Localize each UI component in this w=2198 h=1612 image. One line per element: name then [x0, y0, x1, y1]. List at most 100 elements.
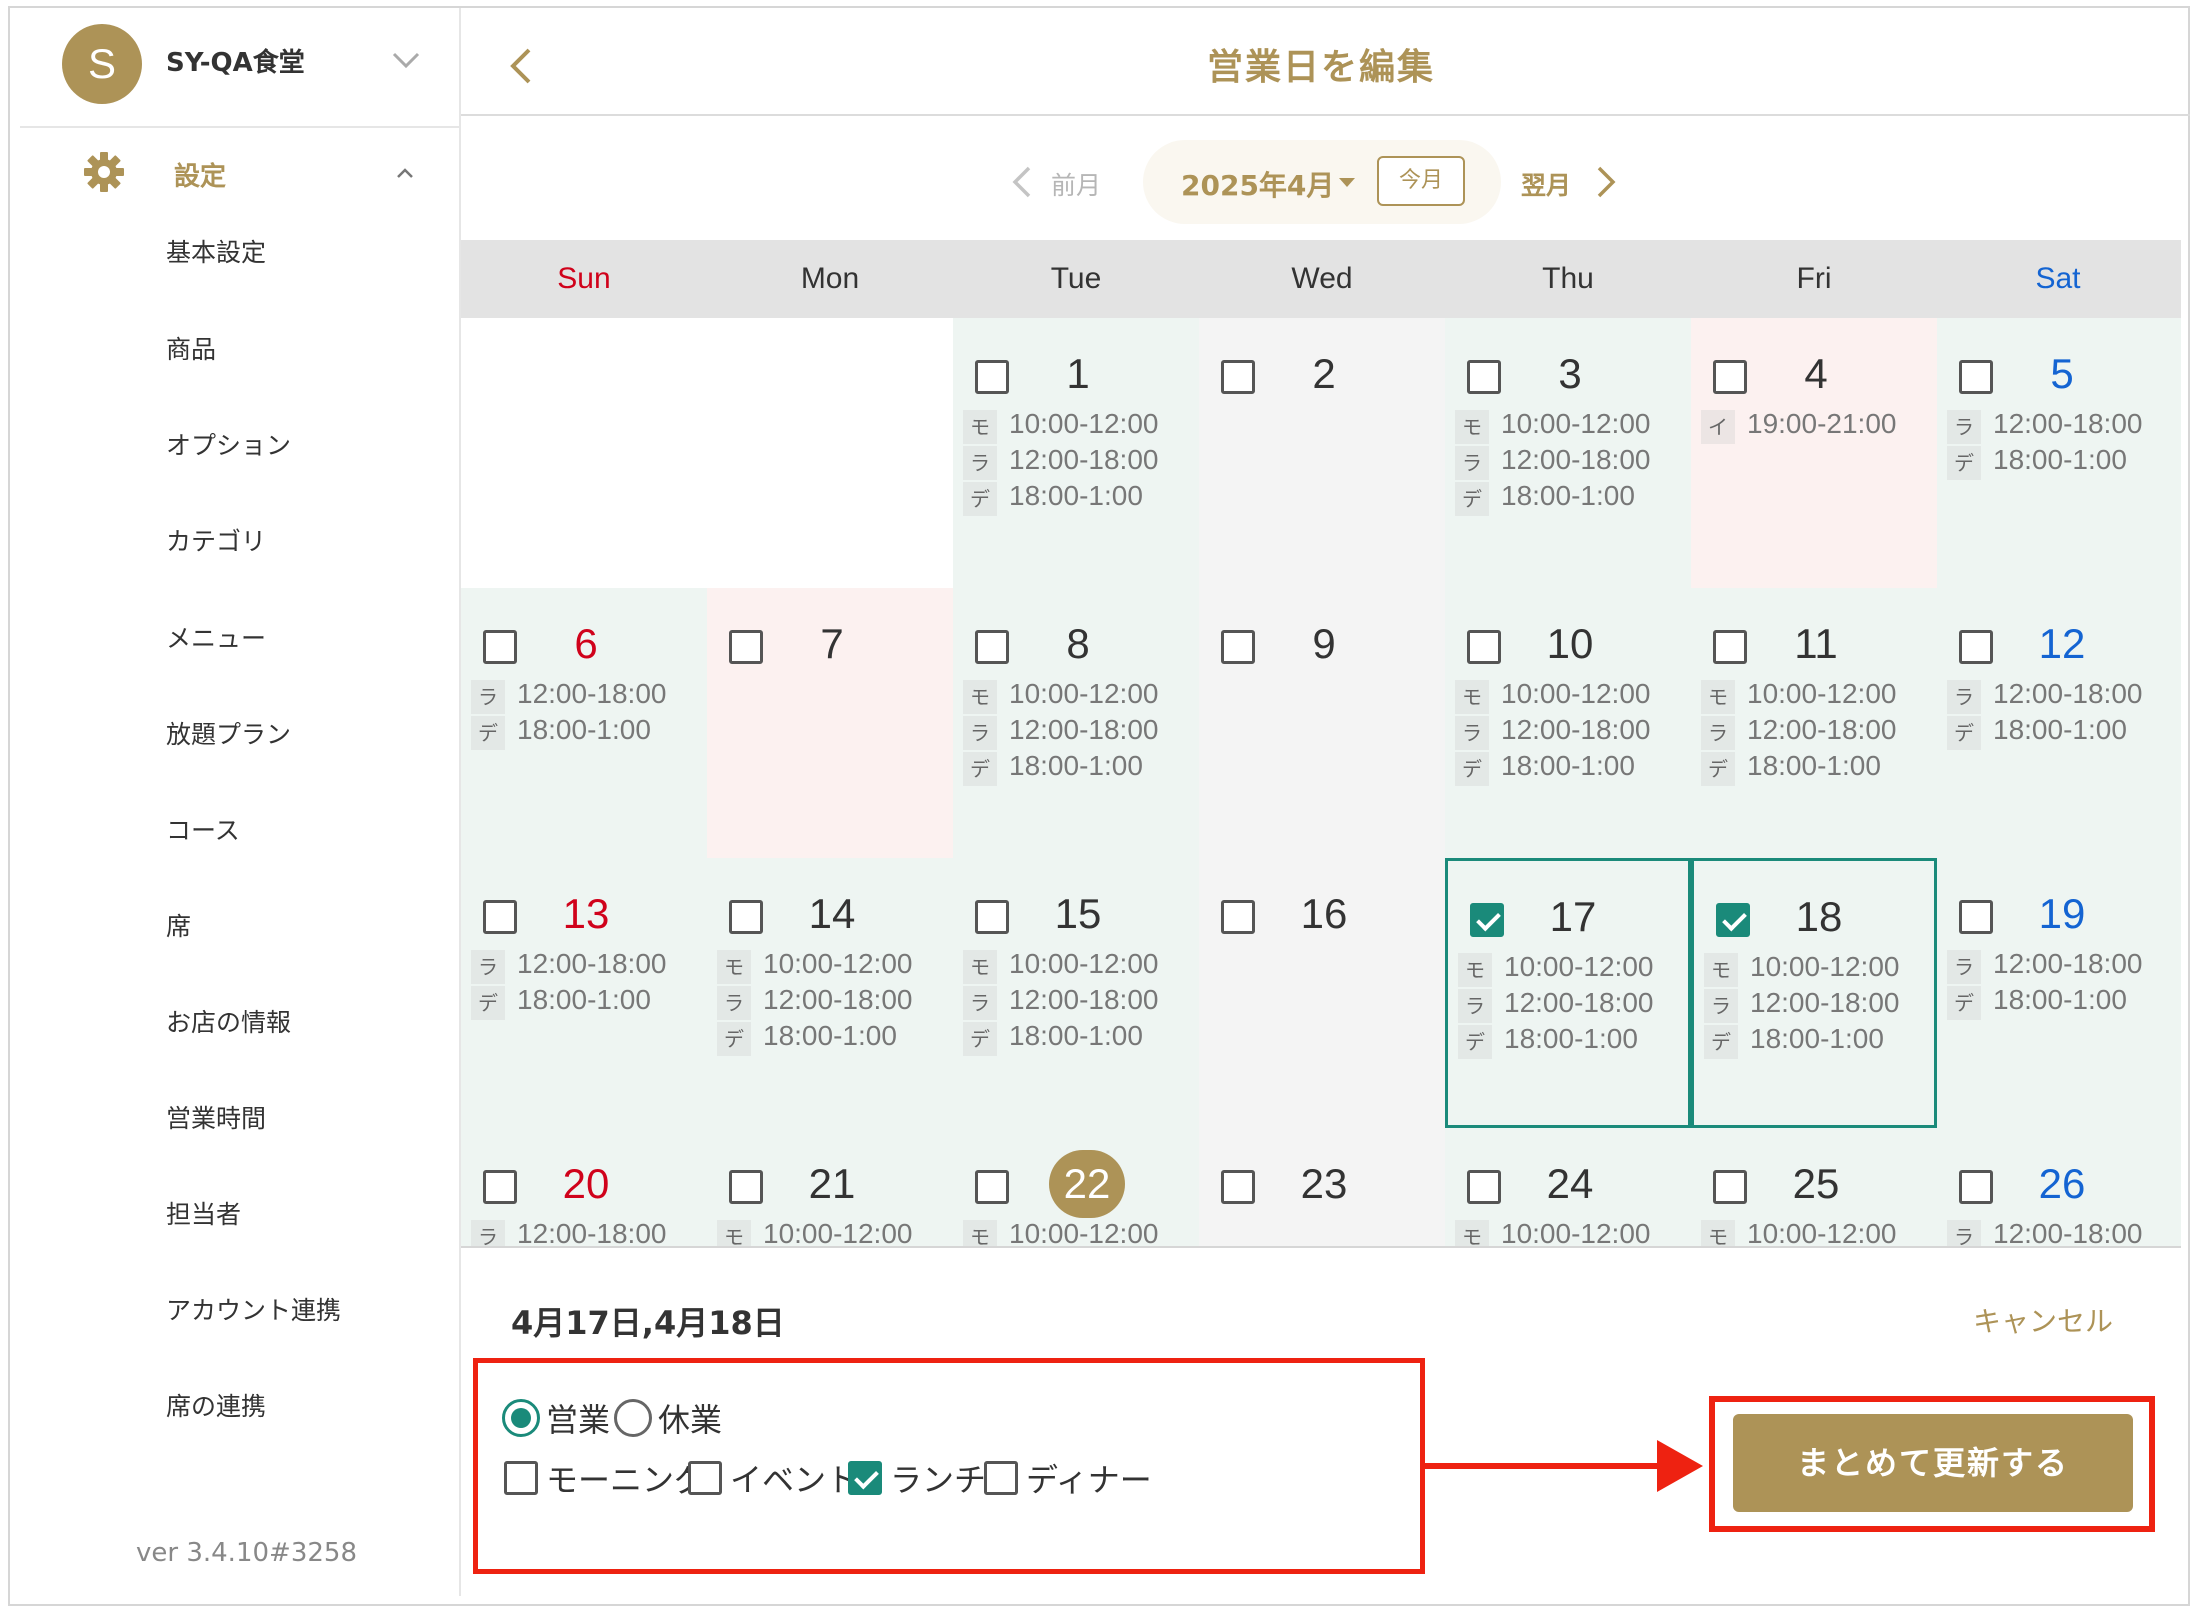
- chevron-down-icon[interactable]: [388, 42, 424, 78]
- day-checkbox[interactable]: [1713, 1170, 1747, 1204]
- calendar-day-cell[interactable]: 18 モ 10:00-12:00 ラ 12:00-18:00 デ 18:00-1:00: [1691, 858, 1937, 1128]
- calendar-day-cell[interactable]: 16: [1199, 858, 1445, 1128]
- calendar-day-cell[interactable]: 15 モ 10:00-12:00 ラ 12:00-18:00 デ 18:00-1:00: [953, 858, 1199, 1128]
- checkbox-event[interactable]: [688, 1461, 722, 1495]
- sidebar-item-account-link[interactable]: アカウント連携: [166, 1286, 341, 1336]
- slot-time: 12:00-18:00: [1009, 984, 1159, 1015]
- day-number: 10: [1546, 620, 1594, 667]
- day-checkbox[interactable]: [729, 630, 763, 664]
- day-checkbox[interactable]: [1959, 900, 1993, 934]
- this-month-button[interactable]: 今月: [1377, 156, 1465, 206]
- chevron-left-icon: [1012, 166, 1031, 198]
- day-checkbox[interactable]: [975, 360, 1009, 394]
- calendar-day-cell[interactable]: 7: [707, 588, 953, 858]
- month-selector[interactable]: 2025年4月 今月: [1143, 140, 1501, 224]
- day-checkbox[interactable]: [729, 1170, 763, 1204]
- calendar-day-cell[interactable]: 20 ラ 12:00-18:00: [461, 1128, 707, 1248]
- slot-time: 12:00-18:00: [1750, 987, 1900, 1018]
- calendar-day-cell[interactable]: 2: [1199, 318, 1445, 588]
- sidebar-item-options[interactable]: オプション: [166, 421, 291, 471]
- sidebar-item-categories[interactable]: カテゴリ: [166, 517, 266, 567]
- day-number: 18: [1795, 893, 1843, 940]
- day-checkbox[interactable]: [1467, 630, 1501, 664]
- day-checkbox[interactable]: [483, 900, 517, 934]
- calendar-day-cell[interactable]: 19 ラ 12:00-18:00 デ 18:00-1:00: [1937, 858, 2181, 1128]
- day-checkbox[interactable]: [1716, 903, 1750, 937]
- calendar-day-cell[interactable]: 13 ラ 12:00-18:00 デ 18:00-1:00: [461, 858, 707, 1128]
- calendar-day-cell[interactable]: 22 モ 10:00-12:00: [953, 1128, 1199, 1248]
- calendar-day-cell[interactable]: 8 モ 10:00-12:00 ラ 12:00-18:00 デ 18:00-1:00: [953, 588, 1199, 858]
- sidebar-item-seats[interactable]: 席: [166, 902, 191, 952]
- calendar-day-cell[interactable]: 14 モ 10:00-12:00 ラ 12:00-18:00 デ 18:00-1:00: [707, 858, 953, 1128]
- cancel-button[interactable]: キャンセル: [1973, 1300, 2113, 1340]
- day-number: 8: [1066, 620, 1090, 667]
- sidebar-item-basic-settings[interactable]: 基本設定: [166, 228, 266, 278]
- calendar-day-cell[interactable]: 12 ラ 12:00-18:00 デ 18:00-1:00: [1937, 588, 2181, 858]
- calendar-day-cell[interactable]: 24 モ 10:00-12:00: [1445, 1128, 1691, 1248]
- slot-tag: ラ: [471, 680, 505, 714]
- calendar-day-cell[interactable]: 5 ラ 12:00-18:00 デ 18:00-1:00: [1937, 318, 2181, 588]
- slot-time: 12:00-18:00: [1993, 948, 2143, 979]
- day-number: 5: [2050, 350, 2074, 397]
- slot-time: 10:00-12:00: [763, 1218, 913, 1248]
- checkbox-dinner[interactable]: [984, 1461, 1018, 1495]
- sidebar-item-store-info[interactable]: お店の情報: [166, 998, 291, 1048]
- calendar-day-cell[interactable]: 4 イ 19:00-21:00: [1691, 318, 1937, 588]
- day-checkbox[interactable]: [1221, 900, 1255, 934]
- day-checkbox[interactable]: [1713, 360, 1747, 394]
- sidebar-item-courses[interactable]: コース: [166, 806, 240, 856]
- day-checkbox[interactable]: [1713, 630, 1747, 664]
- day-checkbox[interactable]: [975, 900, 1009, 934]
- slot-time: 18:00-1:00: [1009, 480, 1143, 511]
- day-checkbox[interactable]: [483, 1170, 517, 1204]
- day-checkbox[interactable]: [729, 900, 763, 934]
- bulk-update-button[interactable]: まとめて更新する: [1733, 1414, 2133, 1512]
- day-checkbox[interactable]: [1221, 630, 1255, 664]
- day-checkbox[interactable]: [1467, 360, 1501, 394]
- day-checkbox[interactable]: [1221, 360, 1255, 394]
- slot-time: 18:00-1:00: [1993, 444, 2127, 475]
- radio-closed[interactable]: [614, 1399, 652, 1437]
- sidebar-item-business-hours[interactable]: 営業時間: [166, 1094, 266, 1144]
- day-checkbox[interactable]: [1221, 1170, 1255, 1204]
- sidebar-item-all-you-can-plans[interactable]: 放題プラン: [166, 710, 291, 760]
- chevron-up-icon[interactable]: [390, 158, 420, 188]
- calendar-day-cell[interactable]: 11 モ 10:00-12:00 ラ 12:00-18:00 デ 18:00-1:00: [1691, 588, 1937, 858]
- calendar-day-cell[interactable]: 17 モ 10:00-12:00 ラ 12:00-18:00 デ 18:00-1:00: [1445, 858, 1691, 1128]
- checkbox-lunch[interactable]: [848, 1461, 882, 1495]
- calendar-day-cell[interactable]: 1 モ 10:00-12:00 ラ 12:00-18:00 デ 18:00-1:00: [953, 318, 1199, 588]
- calendar-day-cell[interactable]: 10 モ 10:00-12:00 ラ 12:00-18:00 デ 18:00-1:00: [1445, 588, 1691, 858]
- day-checkbox[interactable]: [483, 630, 517, 664]
- today-day-number: 22: [1049, 1150, 1125, 1218]
- main-panel: 営業日を編集 前月 2025年4月 今月 翌月 Sun Mon Tue Wed …: [461, 8, 2190, 1596]
- day-checkbox[interactable]: [975, 630, 1009, 664]
- checkbox-morning[interactable]: [504, 1461, 538, 1495]
- calendar-day-cell[interactable]: 23: [1199, 1128, 1445, 1248]
- checkbox-event-label: イベント: [730, 1461, 859, 1499]
- calendar-day-cell[interactable]: 21 モ 10:00-12:00: [707, 1128, 953, 1248]
- slot-time: 12:00-18:00: [1009, 714, 1159, 745]
- day-checkbox[interactable]: [1467, 1170, 1501, 1204]
- sidebar-item-products[interactable]: 商品: [166, 325, 216, 375]
- slot-time: 18:00-1:00: [1009, 1020, 1143, 1051]
- day-checkbox[interactable]: [1470, 903, 1504, 937]
- calendar-day-cell[interactable]: 9: [1199, 588, 1445, 858]
- calendar-day-cell[interactable]: 26 ラ 12:00-18:00: [1937, 1128, 2181, 1248]
- day-checkbox[interactable]: [1959, 360, 1993, 394]
- next-month-button[interactable]: 翌月: [1521, 160, 1661, 204]
- prev-month-button[interactable]: 前月: [1007, 160, 1127, 204]
- account-switcher[interactable]: S SY-QA食堂: [10, 8, 461, 128]
- slot-tag: デ: [1947, 446, 1981, 480]
- day-checkbox[interactable]: [1959, 630, 1993, 664]
- sidebar-item-menu[interactable]: メニュー: [166, 614, 266, 664]
- radio-open[interactable]: [502, 1399, 540, 1437]
- slot-time: 18:00-1:00: [1993, 984, 2127, 1015]
- calendar-day-cell[interactable]: 3 モ 10:00-12:00 ラ 12:00-18:00 デ 18:00-1:00: [1445, 318, 1691, 588]
- calendar-day-cell[interactable]: 25 モ 10:00-12:00: [1691, 1128, 1937, 1248]
- slot-time: 18:00-1:00: [517, 714, 651, 745]
- calendar-day-cell[interactable]: 6 ラ 12:00-18:00 デ 18:00-1:00: [461, 588, 707, 858]
- sidebar-item-staff[interactable]: 担当者: [166, 1190, 241, 1240]
- sidebar-item-seat-link[interactable]: 席の連携: [166, 1382, 266, 1432]
- day-checkbox[interactable]: [1959, 1170, 1993, 1204]
- day-checkbox[interactable]: [975, 1170, 1009, 1204]
